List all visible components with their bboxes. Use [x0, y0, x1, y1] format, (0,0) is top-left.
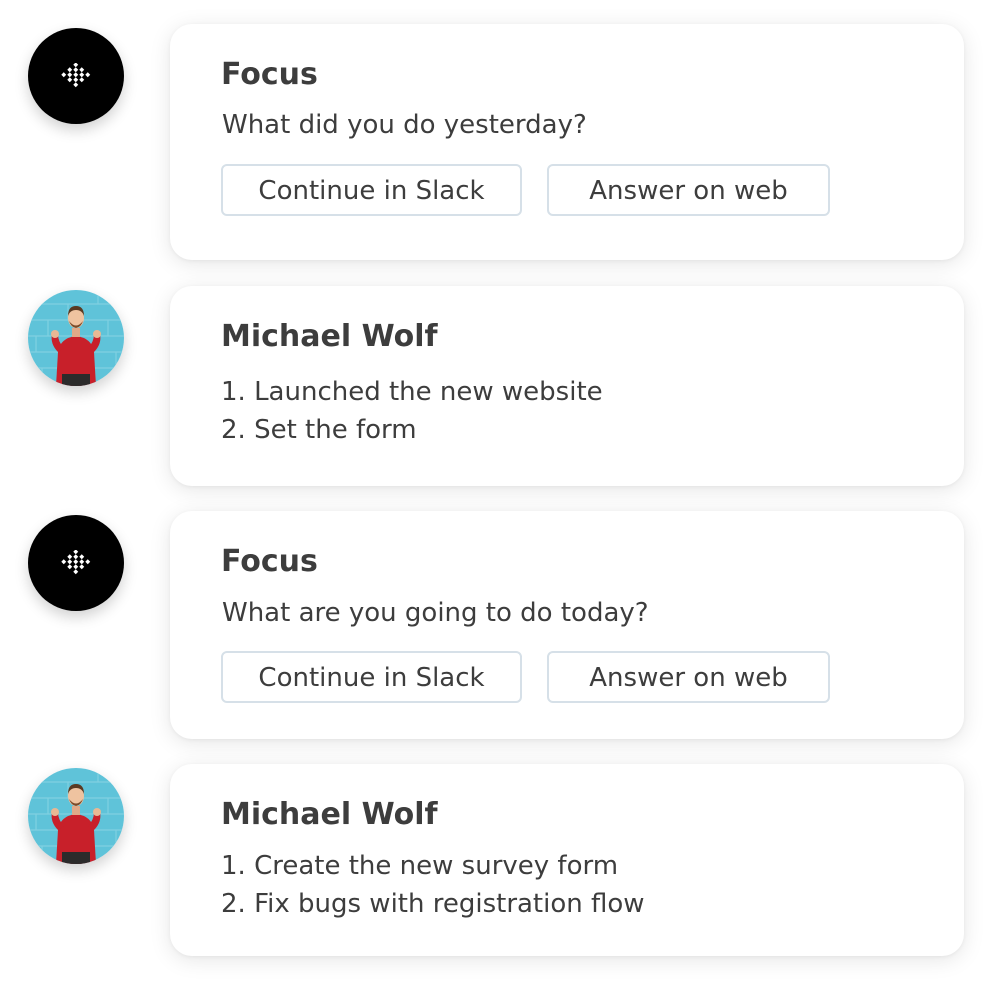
focus-logo-icon: [61, 63, 91, 88]
message-card-user: Michael Wolf 1. Launched the new website…: [170, 286, 964, 486]
message-author: Michael Wolf: [221, 319, 438, 354]
user-photo: [28, 768, 124, 864]
question-text: What are you going to do today?: [222, 598, 649, 628]
user-photo: [28, 290, 124, 386]
answer-on-web-button[interactable]: Answer on web: [547, 651, 830, 703]
focus-bot-avatar: [28, 515, 124, 611]
message-author: Focus: [221, 544, 318, 579]
list-item: 2. Set the form: [221, 415, 417, 445]
list-item: 2. Fix bugs with registration flow: [221, 889, 645, 919]
user-avatar: [28, 768, 124, 864]
list-item: 1. Create the new survey form: [221, 851, 619, 881]
reply-list: 1. Create the new survey form 2. Fix bug…: [221, 847, 645, 923]
chat-feed: Focus What did you do yesterday? Continu…: [0, 0, 992, 988]
focus-logo-icon: [61, 550, 91, 575]
list-item: 1. Launched the new website: [221, 377, 603, 407]
message-author: Focus: [221, 57, 318, 92]
question-text: What did you do yesterday?: [222, 110, 587, 140]
continue-in-slack-button[interactable]: Continue in Slack: [221, 164, 522, 216]
message-card-bot: Focus What are you going to do today? Co…: [170, 511, 964, 739]
message-card-user: Michael Wolf 1. Create the new survey fo…: [170, 764, 964, 956]
answer-on-web-button[interactable]: Answer on web: [547, 164, 830, 216]
message-author: Michael Wolf: [221, 797, 438, 832]
user-avatar: [28, 290, 124, 386]
reply-list: 1. Launched the new website 2. Set the f…: [221, 373, 603, 449]
focus-bot-avatar: [28, 28, 124, 124]
continue-in-slack-button[interactable]: Continue in Slack: [221, 651, 522, 703]
message-card-bot: Focus What did you do yesterday? Continu…: [170, 24, 964, 260]
